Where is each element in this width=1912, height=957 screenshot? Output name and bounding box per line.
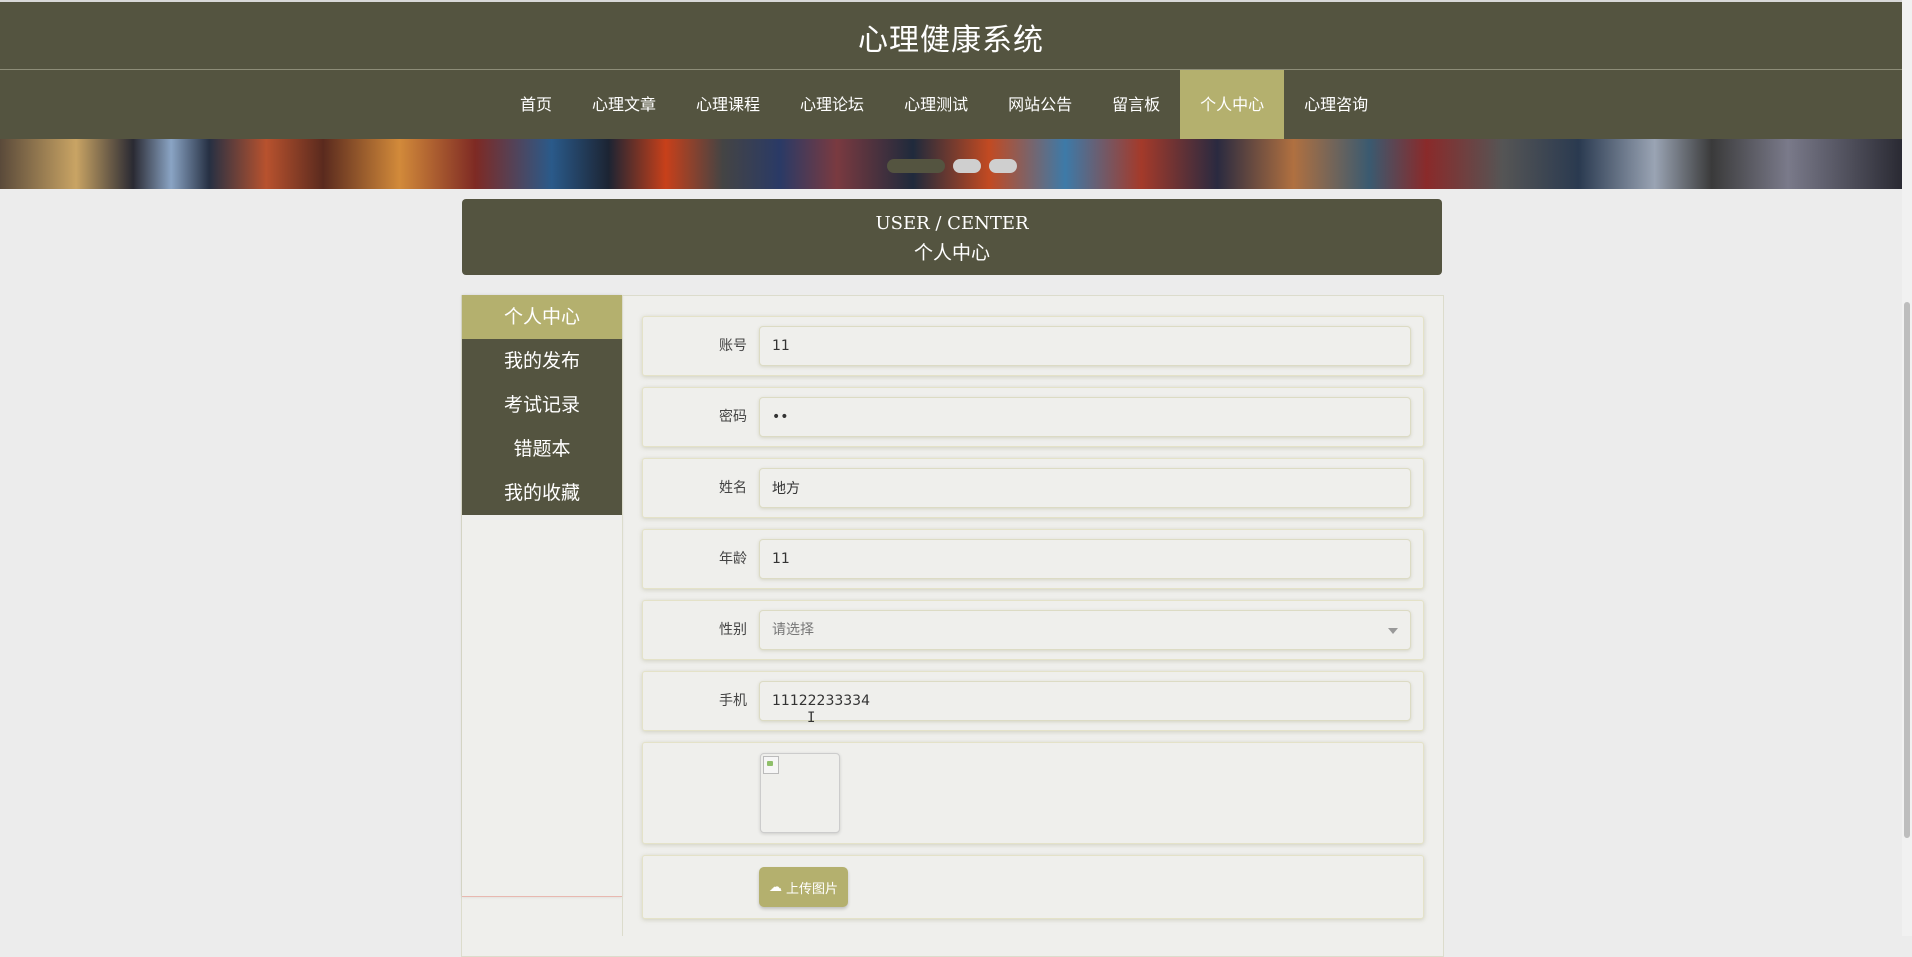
form-row-phone: 手机 xyxy=(642,671,1424,731)
user-sidebar: 个人中心 我的发布 考试记录 错题本 我的收藏 xyxy=(462,295,622,897)
sidebar-item-wrong-questions[interactable]: 错题本 xyxy=(462,427,622,471)
phone-label: 手机 xyxy=(719,693,747,709)
nav-item-home[interactable]: 首页 xyxy=(500,70,572,139)
form-row-upload: ☁ 上传图片 xyxy=(642,855,1424,919)
form-row-password: 密码 •• xyxy=(642,387,1424,447)
avatar-image xyxy=(760,753,840,833)
nav-item-announcements[interactable]: 网站公告 xyxy=(988,70,1092,139)
carousel-dot[interactable] xyxy=(953,159,981,173)
phone-input[interactable] xyxy=(759,681,1411,721)
carousel-dot[interactable] xyxy=(989,159,1017,173)
form-row-name: 姓名 xyxy=(642,458,1424,518)
nav-item-tests[interactable]: 心理测试 xyxy=(884,70,988,139)
site-title: 心理健康系统 xyxy=(858,22,1044,58)
sidebar-item-favorites[interactable]: 我的收藏 xyxy=(462,471,622,515)
name-input[interactable] xyxy=(759,468,1411,508)
cloud-upload-icon: ☁ xyxy=(769,879,782,894)
chevron-down-icon xyxy=(1388,628,1398,634)
nav-item-articles[interactable]: 心理文章 xyxy=(572,70,676,139)
form-row-gender: 性别 请选择 xyxy=(642,600,1424,660)
age-input[interactable] xyxy=(759,539,1411,579)
password-input[interactable]: •• xyxy=(759,397,1411,437)
broken-image-icon xyxy=(763,756,779,774)
section-title-en: USER / CENTER xyxy=(875,213,1029,234)
carousel-indicators xyxy=(887,159,1017,173)
scrollbar-thumb[interactable] xyxy=(1904,302,1910,838)
gender-select[interactable]: 请选择 xyxy=(759,610,1411,650)
section-title-cn: 个人中心 xyxy=(913,242,990,264)
carousel-dot[interactable] xyxy=(887,159,945,173)
nav-item-user-center[interactable]: 个人中心 xyxy=(1180,70,1285,139)
sidebar-item-user-center[interactable]: 个人中心 xyxy=(462,295,622,339)
password-label: 密码 xyxy=(719,409,747,425)
gender-select-value: 请选择 xyxy=(772,622,814,638)
account-label: 账号 xyxy=(719,338,747,354)
gender-label: 性别 xyxy=(719,622,747,638)
form-row-account: 账号 xyxy=(642,316,1424,376)
sidebar-item-my-posts[interactable]: 我的发布 xyxy=(462,339,622,383)
upload-button-label: 上传图片 xyxy=(786,880,839,896)
upload-image-button[interactable]: ☁ 上传图片 xyxy=(759,867,849,907)
nav-item-courses[interactable]: 心理课程 xyxy=(676,70,780,139)
nav-item-consulting[interactable]: 心理咨询 xyxy=(1284,70,1388,139)
sidebar-item-exam-records[interactable]: 考试记录 xyxy=(462,383,622,427)
nav-item-messages[interactable]: 留言板 xyxy=(1092,70,1180,139)
name-label: 姓名 xyxy=(719,480,747,496)
form-row-age: 年龄 xyxy=(642,529,1424,589)
section-header: USER / CENTER 个人中心 xyxy=(462,199,1442,275)
nav-items: 首页 心理文章 心理课程 心理论坛 心理测试 网站公告 留言板 个人中心 心理咨… xyxy=(500,70,1388,139)
site-header: 心理健康系统 xyxy=(0,0,1902,71)
panel-divider xyxy=(622,295,623,936)
page-scrollbar[interactable] xyxy=(1902,0,1912,936)
account-input[interactable] xyxy=(759,326,1411,366)
text-cursor-icon: I xyxy=(807,710,816,726)
nav-item-forum[interactable]: 心理论坛 xyxy=(780,70,884,139)
main-nav: 首页 心理文章 心理课程 心理论坛 心理测试 网站公告 留言板 个人中心 心理咨… xyxy=(0,70,1902,139)
form-row-avatar xyxy=(642,742,1424,844)
age-label: 年龄 xyxy=(719,551,747,567)
